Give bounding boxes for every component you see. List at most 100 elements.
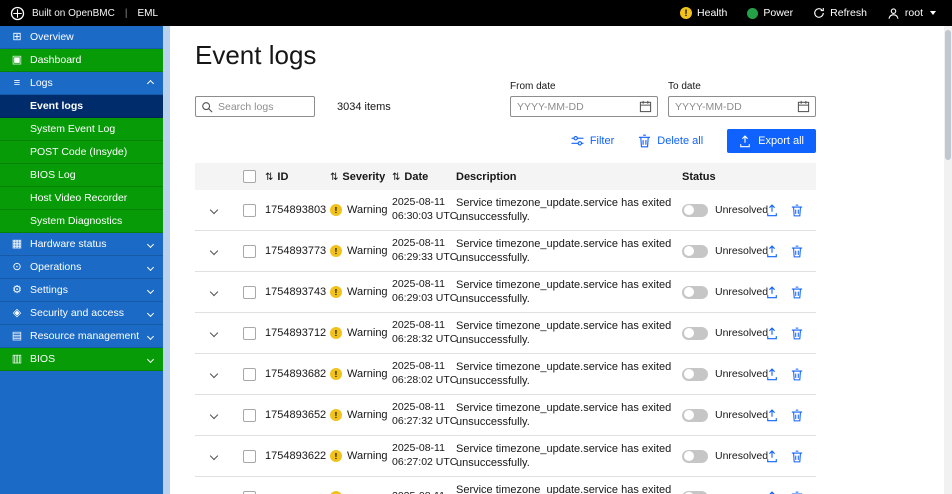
export-row-icon[interactable] [766, 408, 778, 422]
search-input[interactable] [195, 96, 315, 117]
delete-all-label: Delete all [657, 135, 704, 147]
expand-row-chevron[interactable] [209, 287, 219, 297]
sidebar-item[interactable]: ▦ Hardware status [0, 233, 163, 256]
resolved-toggle[interactable] [682, 367, 708, 381]
row-checkbox[interactable] [242, 408, 256, 422]
export-row-icon[interactable] [766, 449, 778, 463]
warning-icon [330, 204, 342, 216]
expand-row-chevron[interactable] [209, 328, 219, 338]
health-label: Health [697, 7, 728, 19]
event-time: 06:29:03 UTC [392, 292, 458, 304]
column-header-date[interactable]: ⇅ Date [392, 171, 456, 183]
column-header-severity[interactable]: ⇅ Severity [330, 171, 392, 183]
row-checkbox[interactable] [242, 285, 256, 299]
sidebar-scrollbar[interactable] [163, 26, 170, 494]
resolved-toggle[interactable] [682, 408, 708, 422]
delete-all-button[interactable]: Delete all [638, 134, 703, 148]
to-date-input[interactable] [668, 96, 816, 117]
sidebar-item[interactable]: POST Code (Insyde) [0, 141, 163, 164]
delete-row-icon[interactable] [791, 204, 803, 217]
select-all-checkbox[interactable] [242, 170, 256, 183]
severity-label: Warning [347, 204, 388, 216]
sort-icon[interactable]: ⇅ [392, 172, 400, 183]
calendar-icon[interactable] [639, 100, 652, 113]
expand-row-chevron[interactable] [209, 410, 219, 420]
sidebar-item[interactable]: ▤ Resource management [0, 325, 163, 348]
row-checkbox[interactable] [242, 367, 256, 381]
delete-row-icon[interactable] [791, 409, 803, 422]
scrollbar-thumb[interactable] [945, 30, 951, 160]
sidebar-item[interactable]: ▥ BIOS [0, 348, 163, 371]
resolved-toggle[interactable] [682, 449, 708, 463]
sidebar-item[interactable]: ≡ Logs [0, 72, 163, 95]
event-id: 1754893773 [265, 245, 327, 257]
refresh-button[interactable]: Refresh [813, 7, 867, 19]
page-scrollbar[interactable] [944, 26, 952, 494]
column-header-id[interactable]: ⇅ ID [265, 171, 330, 183]
filter-icon [571, 136, 584, 146]
sort-icon[interactable]: ⇅ [265, 172, 273, 183]
sidebar-item[interactable]: System Event Log [0, 118, 163, 141]
sidebar-item[interactable]: ⚙ Settings [0, 279, 163, 302]
export-icon [740, 134, 750, 147]
top-header-bar: Built on OpenBMC | EML Health Power Refr… [0, 0, 952, 26]
expand-row-chevron[interactable] [209, 246, 219, 256]
export-all-button[interactable]: Export all [727, 129, 816, 153]
trash-icon [639, 134, 651, 148]
row-checkbox[interactable] [242, 449, 256, 463]
resolved-toggle[interactable] [682, 203, 708, 217]
from-date-input[interactable] [510, 96, 658, 117]
row-actions [766, 408, 816, 422]
power-button[interactable]: Power [747, 7, 793, 19]
delete-row-icon[interactable] [791, 491, 803, 494]
toggle-knob [683, 369, 694, 379]
sidebar-item[interactable]: BIOS Log [0, 164, 163, 187]
delete-row-icon[interactable] [791, 450, 803, 463]
event-id: 1754893803 [265, 204, 327, 216]
export-row-icon[interactable] [766, 490, 778, 494]
health-button[interactable]: Health [680, 7, 727, 19]
export-row-icon[interactable] [766, 285, 778, 299]
status-cell: Unresolved [682, 449, 768, 463]
resolved-toggle[interactable] [682, 326, 708, 340]
expand-row-chevron[interactable] [209, 369, 219, 379]
delete-row-icon[interactable] [791, 368, 803, 381]
export-row-icon[interactable] [766, 367, 778, 381]
chevron-icon [146, 79, 155, 87]
sidebar-item[interactable]: ◈ Security and access [0, 302, 163, 325]
sidebar-item[interactable]: ⊙ Operations [0, 256, 163, 279]
filter-button[interactable]: Filter [571, 135, 614, 147]
export-row-icon[interactable] [766, 203, 778, 217]
chevron-icon [146, 240, 155, 248]
sidebar-item[interactable]: Event logs [0, 95, 163, 118]
delete-row-icon[interactable] [791, 245, 803, 258]
status-label: Unresolved [715, 245, 769, 257]
event-id: 1754893622 [265, 450, 327, 462]
page-title: Event logs [195, 40, 317, 70]
row-checkbox[interactable] [242, 244, 256, 258]
resolved-toggle[interactable] [682, 244, 708, 258]
sidebar-item[interactable]: ⊞ Overview [0, 26, 163, 49]
calendar-icon[interactable] [797, 100, 810, 113]
sidebar-item[interactable]: ▣ Dashboard [0, 49, 163, 72]
user-name: root [904, 7, 923, 19]
row-checkbox[interactable] [242, 203, 256, 217]
warning-icon [330, 409, 342, 421]
export-row-icon[interactable] [766, 326, 778, 340]
sidebar-item[interactable]: System Diagnostics [0, 210, 163, 233]
row-actions [766, 244, 816, 258]
resolved-toggle[interactable] [682, 490, 708, 494]
export-row-icon[interactable] [766, 244, 778, 258]
expand-row-chevron[interactable] [209, 451, 219, 461]
row-checkbox[interactable] [242, 490, 256, 494]
delete-row-icon[interactable] [791, 286, 803, 299]
resolved-toggle[interactable] [682, 285, 708, 299]
sort-icon[interactable]: ⇅ [330, 172, 338, 183]
sidebar-item[interactable]: Host Video Recorder [0, 187, 163, 210]
sidebar-item-label: Security and access [30, 307, 124, 319]
delete-row-icon[interactable] [791, 327, 803, 340]
expand-row-chevron[interactable] [209, 205, 219, 215]
date-cell: 2025-08-11 06:29:33 UTC [392, 237, 457, 265]
user-menu-button[interactable]: root [887, 7, 936, 20]
row-checkbox[interactable] [242, 326, 256, 340]
